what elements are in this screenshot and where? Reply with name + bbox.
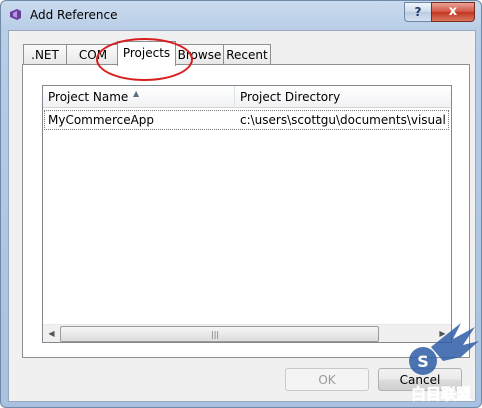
title-bar[interactable]: Add Reference ? x [1, 1, 481, 29]
watermark-logo: S 白目联盟 [409, 323, 479, 403]
column-header-label: Project Name [48, 90, 129, 104]
tab-dotnet[interactable]: .NET [23, 44, 67, 65]
horizontal-scrollbar[interactable]: ◀ ||| ▶ [43, 324, 451, 342]
column-header-label: Project Directory [240, 90, 341, 104]
column-header-project-directory[interactable]: Project Directory [235, 86, 451, 108]
visual-studio-icon [10, 9, 21, 20]
add-reference-dialog: Add Reference ? x .NET COM Projects Brow… [0, 0, 482, 408]
watermark-letter: S [417, 352, 429, 371]
scrollbar-thumb[interactable]: ||| [60, 326, 379, 342]
ok-button[interactable]: OK [285, 368, 369, 391]
project-directory-cell: c:\users\scottgu\documents\visual stud [240, 113, 448, 127]
column-header-project-name[interactable]: Project Name ▲ [43, 86, 234, 108]
annotation-circle [96, 38, 193, 81]
tab-recent[interactable]: Recent [223, 44, 271, 65]
close-button[interactable]: x [431, 2, 475, 22]
scroll-left-button[interactable]: ◀ [43, 325, 60, 342]
grip-icon: ||| [211, 330, 220, 339]
window-title: Add Reference [30, 8, 118, 22]
projects-tab-panel: Project Name ▲ Project Directory MyComme… [22, 64, 470, 358]
help-button[interactable]: ? [404, 2, 432, 22]
watermark-text: 白目联盟 [411, 385, 471, 403]
sort-ascending-icon: ▲ [133, 89, 140, 98]
projects-list[interactable]: Project Name ▲ Project Directory MyComme… [42, 85, 452, 343]
table-row[interactable]: MyCommerceApp c:\users\scottgu\documents… [44, 110, 449, 130]
project-name-cell: MyCommerceApp [48, 113, 155, 127]
